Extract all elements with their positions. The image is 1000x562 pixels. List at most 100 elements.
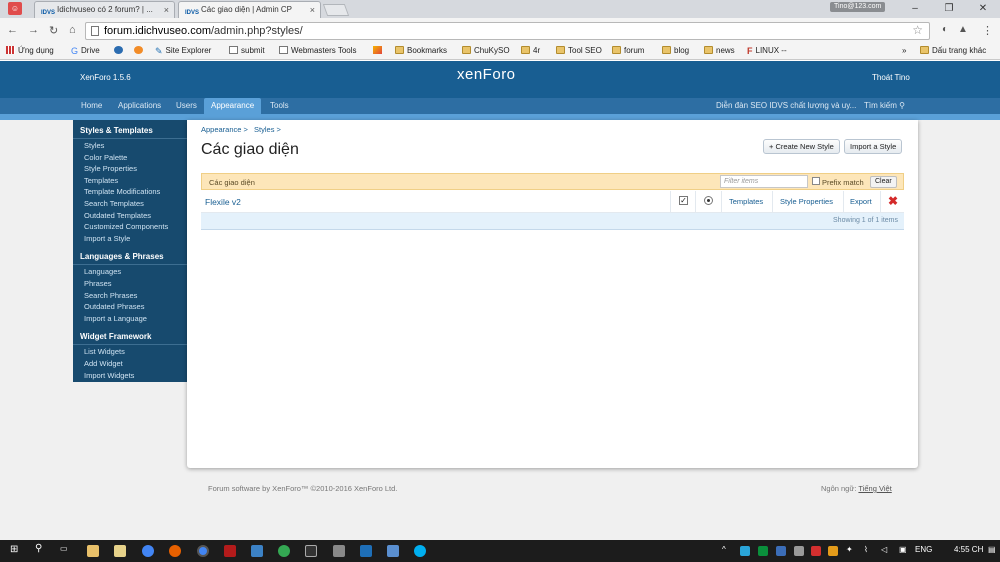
default-style-radio[interactable] (704, 196, 713, 205)
bookmark-folder-4r[interactable]: 4r (521, 46, 540, 55)
bookmark-drive[interactable]: G Drive (71, 46, 100, 56)
sidebar-item-style-properties[interactable]: Style Properties (73, 163, 187, 175)
export-link[interactable]: Export (850, 197, 872, 206)
filezilla-icon[interactable] (224, 545, 236, 557)
sidebar-item-outdated-templates[interactable]: Outdated Templates (73, 210, 187, 222)
create-style-button[interactable]: + Create New Style (763, 139, 840, 154)
tray-app-icon[interactable] (794, 546, 804, 556)
sidebar-item-search-phrases[interactable]: Search Phrases (73, 290, 187, 302)
filter-input[interactable]: Filter items (720, 175, 808, 188)
network-icon[interactable]: ▣ (899, 545, 907, 554)
bookmark-folder-blog[interactable]: blog (662, 46, 689, 55)
tray-app-icon[interactable] (828, 546, 838, 556)
logout-link[interactable]: Thoát Tino (872, 73, 910, 82)
sidebar-item-template-modifications[interactable]: Template Modifications (73, 186, 187, 198)
close-tab-icon[interactable]: × (310, 2, 315, 18)
sidebar-item-styles[interactable]: Styles (73, 140, 187, 152)
sidebar-item-phrases[interactable]: Phrases (73, 278, 187, 290)
reload-icon[interactable]: ↻ (49, 24, 58, 37)
sidebar-item-outdated-phrases[interactable]: Outdated Phrases (73, 301, 187, 313)
back-icon[interactable]: ← (7, 24, 18, 36)
notifications-icon[interactable]: ▤ (988, 545, 996, 554)
bookmarks-overflow-chevron[interactable]: » (902, 46, 906, 55)
bookmark-submit[interactable]: submit (229, 46, 265, 55)
sidebar-item-languages[interactable]: Languages (73, 266, 187, 278)
tab-applications[interactable]: Applications (115, 98, 164, 114)
bookmark-chart[interactable] (373, 46, 385, 55)
style-name-link[interactable]: Flexile v2 (205, 197, 241, 207)
bookmark-linux[interactable]: F LINUX -- (747, 46, 787, 56)
bookmark-star-icon[interactable]: ☆ (912, 23, 923, 37)
window-app-icon[interactable] (387, 545, 399, 557)
firefox-icon[interactable] (169, 545, 181, 557)
clear-filter-button[interactable]: Clear (870, 176, 897, 188)
tray-app-icon[interactable] (758, 546, 768, 556)
import-style-button[interactable]: Import a Style (844, 139, 903, 154)
delete-icon[interactable]: ✖ (888, 194, 898, 208)
chrome-active-icon[interactable] (197, 545, 209, 557)
tray-app-icon[interactable] (740, 546, 750, 556)
bookmark-extra-1[interactable] (114, 46, 126, 55)
remote-desktop-icon[interactable] (360, 545, 372, 557)
sidebar-item-customized-components[interactable]: Customized Components (73, 221, 187, 233)
browser-tab-admin[interactable]: IDVS Các giao diện | Admin CP × (178, 1, 321, 18)
drive-extension-icon[interactable]: ▲ (958, 24, 968, 35)
menu-icon[interactable]: ⋮ (982, 24, 993, 37)
tray-chevron-icon[interactable]: ^ (722, 545, 726, 554)
close-tab-icon[interactable]: × (164, 2, 169, 18)
sidebar-item-add-widget[interactable]: Add Widget (73, 358, 187, 370)
maximize-icon[interactable]: ❐ (932, 0, 966, 18)
volume-icon[interactable]: ◁ (881, 545, 887, 554)
sidebar-item-import-language[interactable]: Import a Language (73, 313, 187, 325)
minimize-icon[interactable]: – (898, 0, 932, 18)
bookmark-folder-forum[interactable]: forum (612, 46, 644, 55)
chrome-profile-icon[interactable] (278, 545, 290, 557)
app-icon[interactable]: ☺ (8, 2, 22, 15)
sidebar-item-import-style[interactable]: Import a Style (73, 233, 187, 245)
bookmark-other[interactable]: Dấu trang khác (920, 46, 986, 55)
terminal-icon[interactable] (305, 545, 317, 557)
bookmark-apps[interactable]: Ứng dụng (6, 46, 54, 55)
user-selectable-checkbox[interactable]: ✓ (679, 196, 688, 205)
network-app-icon[interactable] (251, 545, 263, 557)
style-properties-link[interactable]: Style Properties (780, 197, 833, 206)
sidebar-item-color-palette[interactable]: Color Palette (73, 152, 187, 164)
home-icon[interactable]: ⌂ (69, 24, 76, 36)
new-tab-button[interactable] (322, 4, 350, 16)
file-explorer-icon[interactable] (87, 545, 99, 557)
extension-icon[interactable]: ◐ (942, 24, 948, 35)
windows-start-icon[interactable]: ⊞ (10, 544, 18, 555)
sidebar-item-search-templates[interactable]: Search Templates (73, 198, 187, 210)
tab-appearance[interactable]: Appearance (204, 98, 262, 114)
system-clock[interactable]: 4:55 CH (954, 545, 983, 554)
browser-tab-forum[interactable]: IDVS Các giao diện | Admin CP Idichvuseo… (34, 1, 175, 18)
bookmark-folder-tool-seo[interactable]: Tool SEO (556, 46, 602, 55)
breadcrumb-styles[interactable]: Styles > (254, 125, 281, 134)
bookmark-folder-chukyso[interactable]: ChuKySO (462, 46, 510, 55)
templates-link[interactable]: Templates (729, 197, 763, 206)
bookmark-folder-news[interactable]: news (704, 46, 735, 55)
bookmark-site-explorer[interactable]: ✎ Site Explorer (155, 46, 211, 56)
forum-site-link[interactable]: Diễn đàn SEO IDVS chất lượng và uy... (716, 98, 856, 114)
address-bar[interactable]: forum.idichvuseo.com/admin.php?styles/ ☆ (85, 22, 930, 40)
tab-home[interactable]: Home (78, 98, 105, 114)
close-window-icon[interactable]: ✕ (966, 0, 1000, 18)
breadcrumb-appearance[interactable]: Appearance > (201, 125, 248, 134)
profile-chip[interactable]: Tino@123.com (830, 2, 886, 12)
tray-tool-icon[interactable]: ✦ (846, 545, 853, 554)
tab-tools[interactable]: Tools (267, 98, 292, 114)
bookmark-webmasters-tools[interactable]: Webmasters Tools (279, 46, 357, 55)
tab-users[interactable]: Users (173, 98, 200, 114)
wifi-icon[interactable]: ⌇ (864, 545, 868, 554)
sidebar-item-list-widgets[interactable]: List Widgets (73, 346, 187, 358)
notes-app-icon[interactable] (114, 545, 126, 557)
search-link[interactable]: Tìm kiếm ⚲ (864, 98, 905, 114)
sidebar-item-import-widgets[interactable]: Import Widgets (73, 370, 187, 382)
bookmark-folder-bookmarks[interactable]: Bookmarks (395, 46, 447, 55)
task-view-icon[interactable]: ▭ (60, 544, 68, 553)
tray-app-icon[interactable] (811, 546, 821, 556)
bookmark-extra-2[interactable] (134, 46, 146, 55)
prefix-match-checkbox[interactable] (812, 177, 820, 185)
forward-icon[interactable]: → (28, 24, 39, 36)
search-icon[interactable]: ⚲ (35, 543, 42, 554)
